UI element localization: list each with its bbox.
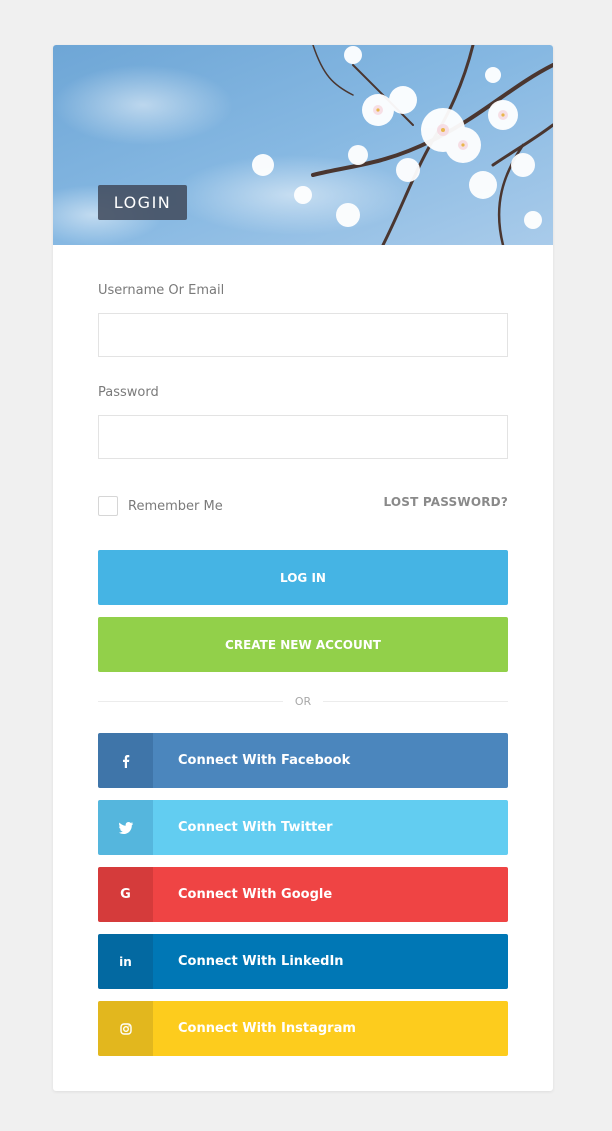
facebook-button[interactable]: Connect With Facebook [98,733,508,788]
login-title-badge: LOGIN [98,185,187,220]
remember-me-label: Remember Me [128,498,223,514]
linkedin-button[interactable]: in Connect With LinkedIn [98,934,508,989]
google-label: Connect With Google [153,867,508,922]
twitter-button[interactable]: Connect With Twitter [98,800,508,855]
google-button[interactable]: G Connect With Google [98,867,508,922]
twitter-icon [98,800,153,855]
instagram-icon [98,1001,153,1056]
instagram-button[interactable]: Connect With Instagram [98,1001,508,1056]
password-label: Password [98,385,159,400]
divider-line [323,700,508,702]
remember-me[interactable]: Remember Me [98,496,223,516]
password-input[interactable] [98,415,508,459]
facebook-icon [98,733,153,788]
username-input[interactable] [98,313,508,357]
twitter-label: Connect With Twitter [153,800,508,855]
instagram-label: Connect With Instagram [153,1001,508,1056]
login-button[interactable]: LOG IN [98,550,508,605]
or-divider: OR [98,694,508,708]
login-card: LOGIN Username Or Email Password Remembe… [53,45,553,1091]
header-image: LOGIN [53,45,553,245]
or-text: OR [294,694,312,708]
lost-password-link[interactable]: LOST PASSWORD? [383,495,508,509]
divider-line [98,700,283,702]
linkedin-label: Connect With LinkedIn [153,934,508,989]
remember-me-checkbox[interactable] [98,496,118,516]
facebook-label: Connect With Facebook [153,733,508,788]
username-label: Username Or Email [98,283,225,298]
linkedin-icon: in [98,934,153,989]
google-icon: G [98,867,153,922]
create-account-button[interactable]: CREATE NEW ACCOUNT [98,617,508,672]
